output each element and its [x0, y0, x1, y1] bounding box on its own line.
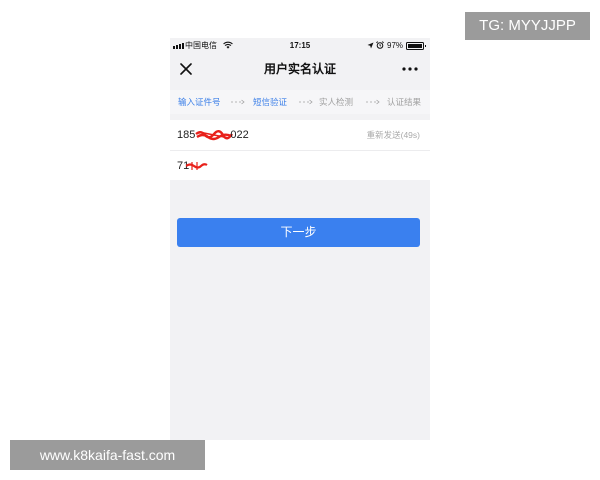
status-bar: 中国电信 17:15 97%: [170, 38, 430, 54]
battery-level-fill: [408, 44, 422, 48]
watermark-bottom: www.k8kaifa-fast.com: [10, 440, 205, 470]
redaction-scribble: [186, 162, 208, 171]
battery-percent: 97%: [387, 41, 404, 50]
step-face-check: 实人检测: [319, 97, 354, 107]
dotted-arrow-icon: [231, 99, 245, 105]
progress-steps: 输入证件号 短信验证 实人检测 认证结果: [170, 90, 430, 114]
alarm-icon: [376, 41, 384, 49]
step-sms-verify: 短信验证: [253, 97, 288, 107]
location-icon: [367, 42, 374, 49]
phone-number-field[interactable]: 185 022 重新发送(49s): [170, 120, 430, 150]
step-result: 认证结果: [387, 97, 422, 107]
resend-code-countdown[interactable]: 重新发送(49s): [367, 130, 420, 140]
step-enter-id: 输入证件号: [178, 97, 221, 107]
dotted-arrow-icon: [299, 99, 313, 105]
phone-number-start: 185: [177, 129, 196, 142]
dotted-arrow-icon: [366, 99, 380, 105]
next-step-button[interactable]: 下一步: [177, 218, 420, 247]
phone-screen: 中国电信 17:15 97% 用户实名认证 输入证件号 短信验证 实人检测 认证…: [170, 38, 430, 440]
phone-number-end: 022: [230, 129, 249, 142]
battery-icon: [406, 42, 426, 50]
redaction-scribble: [195, 130, 234, 141]
sms-code-field[interactable]: 71: [170, 151, 430, 180]
page-title: 用户实名认证: [263, 62, 336, 76]
watermark-top: TG: MYYJJPP: [465, 12, 590, 40]
nav-bar: 用户实名认证: [170, 54, 430, 86]
more-icon[interactable]: [402, 67, 418, 71]
phone-number-value: 185 022: [177, 129, 249, 141]
sms-code-value: 71: [177, 160, 208, 172]
